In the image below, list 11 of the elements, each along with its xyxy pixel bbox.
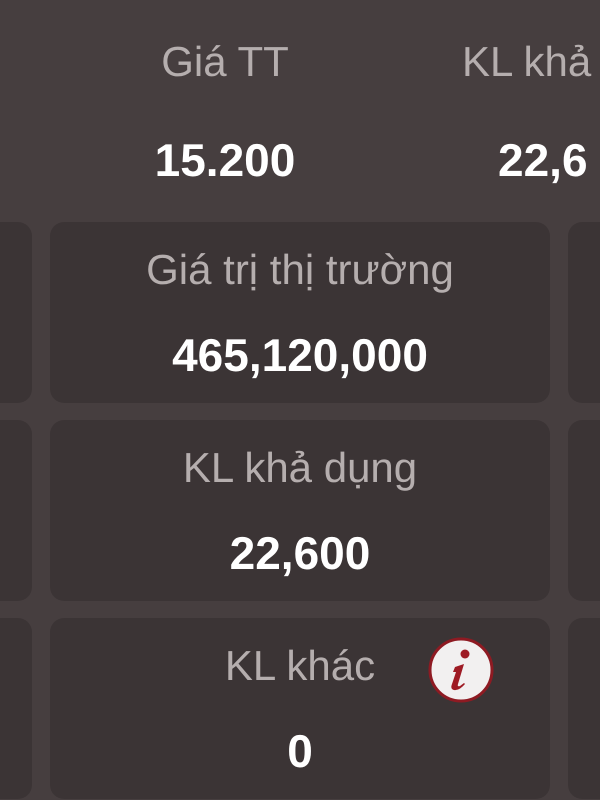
card-label: Giá trị thị trường [146,245,454,295]
card-label: KL khả dụng [182,443,418,493]
card-label: KL khác [224,641,376,691]
summary-value: 22,6 [498,135,588,185]
summary-label: Giá TT [161,37,289,87]
summary-label: KL khả [462,37,592,87]
summary-value: 15.200 [154,135,296,185]
card-value: 465,120,000 [172,328,428,383]
card-value: 0 [287,724,313,779]
info-icon[interactable] [428,637,494,703]
card-value: 22,600 [230,526,370,581]
